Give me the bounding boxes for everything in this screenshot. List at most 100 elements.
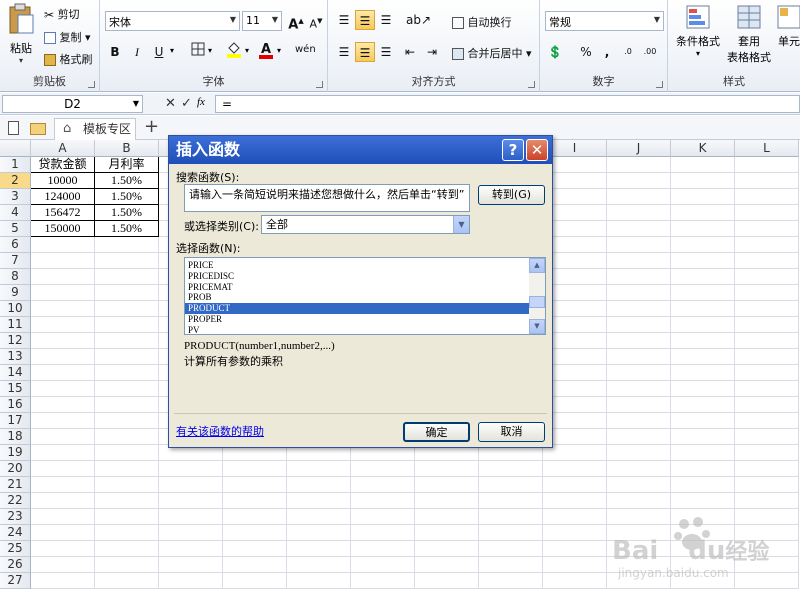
cell-h25[interactable] [479,541,543,557]
cell-e27[interactable] [287,573,351,589]
row-header-17[interactable]: 17 [0,413,31,429]
cell-f25[interactable] [351,541,415,557]
dialog-title-bar[interactable]: 插入函数 [169,136,552,164]
cell-k9[interactable] [671,285,735,301]
cell-i21[interactable] [543,477,607,493]
cell-b17[interactable] [95,413,159,429]
row-header-12[interactable]: 12 [0,333,31,349]
function-item[interactable]: PRICEDISC [185,271,529,282]
row-header-8[interactable]: 8 [0,269,31,285]
percent-button[interactable]: % [576,42,596,62]
cell-a19[interactable] [31,445,95,461]
function-list[interactable]: PRICE PRICEDISC PRICEMAT PROB PRODUCT PROPER P… [184,257,546,335]
cell-b4[interactable]: 1.50% [95,205,159,221]
increase-indent-button[interactable]: ⇥ [422,42,442,62]
cell-a24[interactable] [31,525,95,541]
close-button[interactable]: ✕ [526,139,548,161]
cell-j15[interactable] [607,381,671,397]
cell-e25[interactable] [287,541,351,557]
cell-a14[interactable] [31,365,95,381]
cell-j6[interactable] [607,237,671,253]
cut-button[interactable]: ✂ 剪切 [44,6,80,22]
align-top-button[interactable]: ☰ [334,10,354,30]
cell-a15[interactable] [31,381,95,397]
cell-a20[interactable] [31,461,95,477]
cell-j9[interactable] [607,285,671,301]
cell-k7[interactable] [671,253,735,269]
cell-h20[interactable] [479,461,543,477]
cell-d23[interactable] [223,509,287,525]
cell-g26[interactable] [415,557,479,573]
row-header-26[interactable]: 26 [0,557,31,573]
cell-j21[interactable] [607,477,671,493]
align-bottom-button[interactable]: ☰ [376,10,396,30]
cell-j13[interactable] [607,349,671,365]
cell-l12[interactable] [735,333,799,349]
row-header-16[interactable]: 16 [0,397,31,413]
chevron-down-icon[interactable]: ▼ [453,216,469,233]
cell-f22[interactable] [351,493,415,509]
align-center-button[interactable]: ☰ [355,42,375,62]
cell-l6[interactable] [735,237,799,253]
cell-k10[interactable] [671,301,735,317]
row-header-18[interactable]: 18 [0,429,31,445]
shrink-font-button[interactable]: A▼ [306,11,326,31]
row-header-14[interactable]: 14 [0,365,31,381]
cell-c27[interactable] [159,573,223,589]
cell-c20[interactable] [159,461,223,477]
row-header-22[interactable]: 22 [0,493,31,509]
cell-l22[interactable] [735,493,799,509]
cell-c22[interactable] [159,493,223,509]
row-header-7[interactable]: 7 [0,253,31,269]
row-header-24[interactable]: 24 [0,525,31,541]
cell-a12[interactable] [31,333,95,349]
cell-j11[interactable] [607,317,671,333]
cell-c24[interactable] [159,525,223,541]
cell-l5[interactable] [735,221,799,237]
cell-k21[interactable] [671,477,735,493]
row-header-15[interactable]: 15 [0,381,31,397]
cell-b12[interactable] [95,333,159,349]
cancel-formula-icon[interactable]: ✕ [165,96,176,111]
borders-button[interactable] [188,42,208,62]
cell-e24[interactable] [287,525,351,541]
cell-k12[interactable] [671,333,735,349]
fill-color-dropdown-icon[interactable]: ▾ [245,46,249,55]
column-header-a[interactable]: A [31,140,95,157]
cell-j20[interactable] [607,461,671,477]
cell-b23[interactable] [95,509,159,525]
conditional-format-button[interactable]: 条件格式 ▾ [674,4,722,58]
cell-l4[interactable] [735,205,799,221]
row-header-11[interactable]: 11 [0,317,31,333]
cell-e23[interactable] [287,509,351,525]
cell-a27[interactable] [31,573,95,589]
cell-b16[interactable] [95,397,159,413]
cell-b8[interactable] [95,269,159,285]
row-header-23[interactable]: 23 [0,509,31,525]
search-function-input[interactable]: 请输入一条简短说明来描述您想做什么，然后单击“转到” [184,184,470,212]
font-size-select[interactable]: 11 ▼ [242,11,282,31]
cell-k4[interactable] [671,205,735,221]
comma-button[interactable]: , [597,42,617,62]
cell-c21[interactable] [159,477,223,493]
row-header-25[interactable]: 25 [0,541,31,557]
cell-a11[interactable] [31,317,95,333]
cell-d22[interactable] [223,493,287,509]
cell-b22[interactable] [95,493,159,509]
row-header-6[interactable]: 6 [0,237,31,253]
cell-k15[interactable] [671,381,735,397]
row-header-9[interactable]: 9 [0,285,31,301]
align-right-button[interactable]: ☰ [376,42,396,62]
insert-function-icon[interactable]: fx [197,96,205,108]
cell-l13[interactable] [735,349,799,365]
formula-input[interactable]: = [215,95,800,113]
cell-b19[interactable] [95,445,159,461]
cell-e21[interactable] [287,477,351,493]
wrap-text-button[interactable]: 自动换行 [452,14,512,30]
cell-l15[interactable] [735,381,799,397]
cell-k8[interactable] [671,269,735,285]
confirm-formula-icon[interactable]: ✓ [181,96,192,111]
cell-b25[interactable] [95,541,159,557]
cell-j2[interactable] [607,173,671,189]
scroll-down-icon[interactable]: ▼ [529,319,545,334]
